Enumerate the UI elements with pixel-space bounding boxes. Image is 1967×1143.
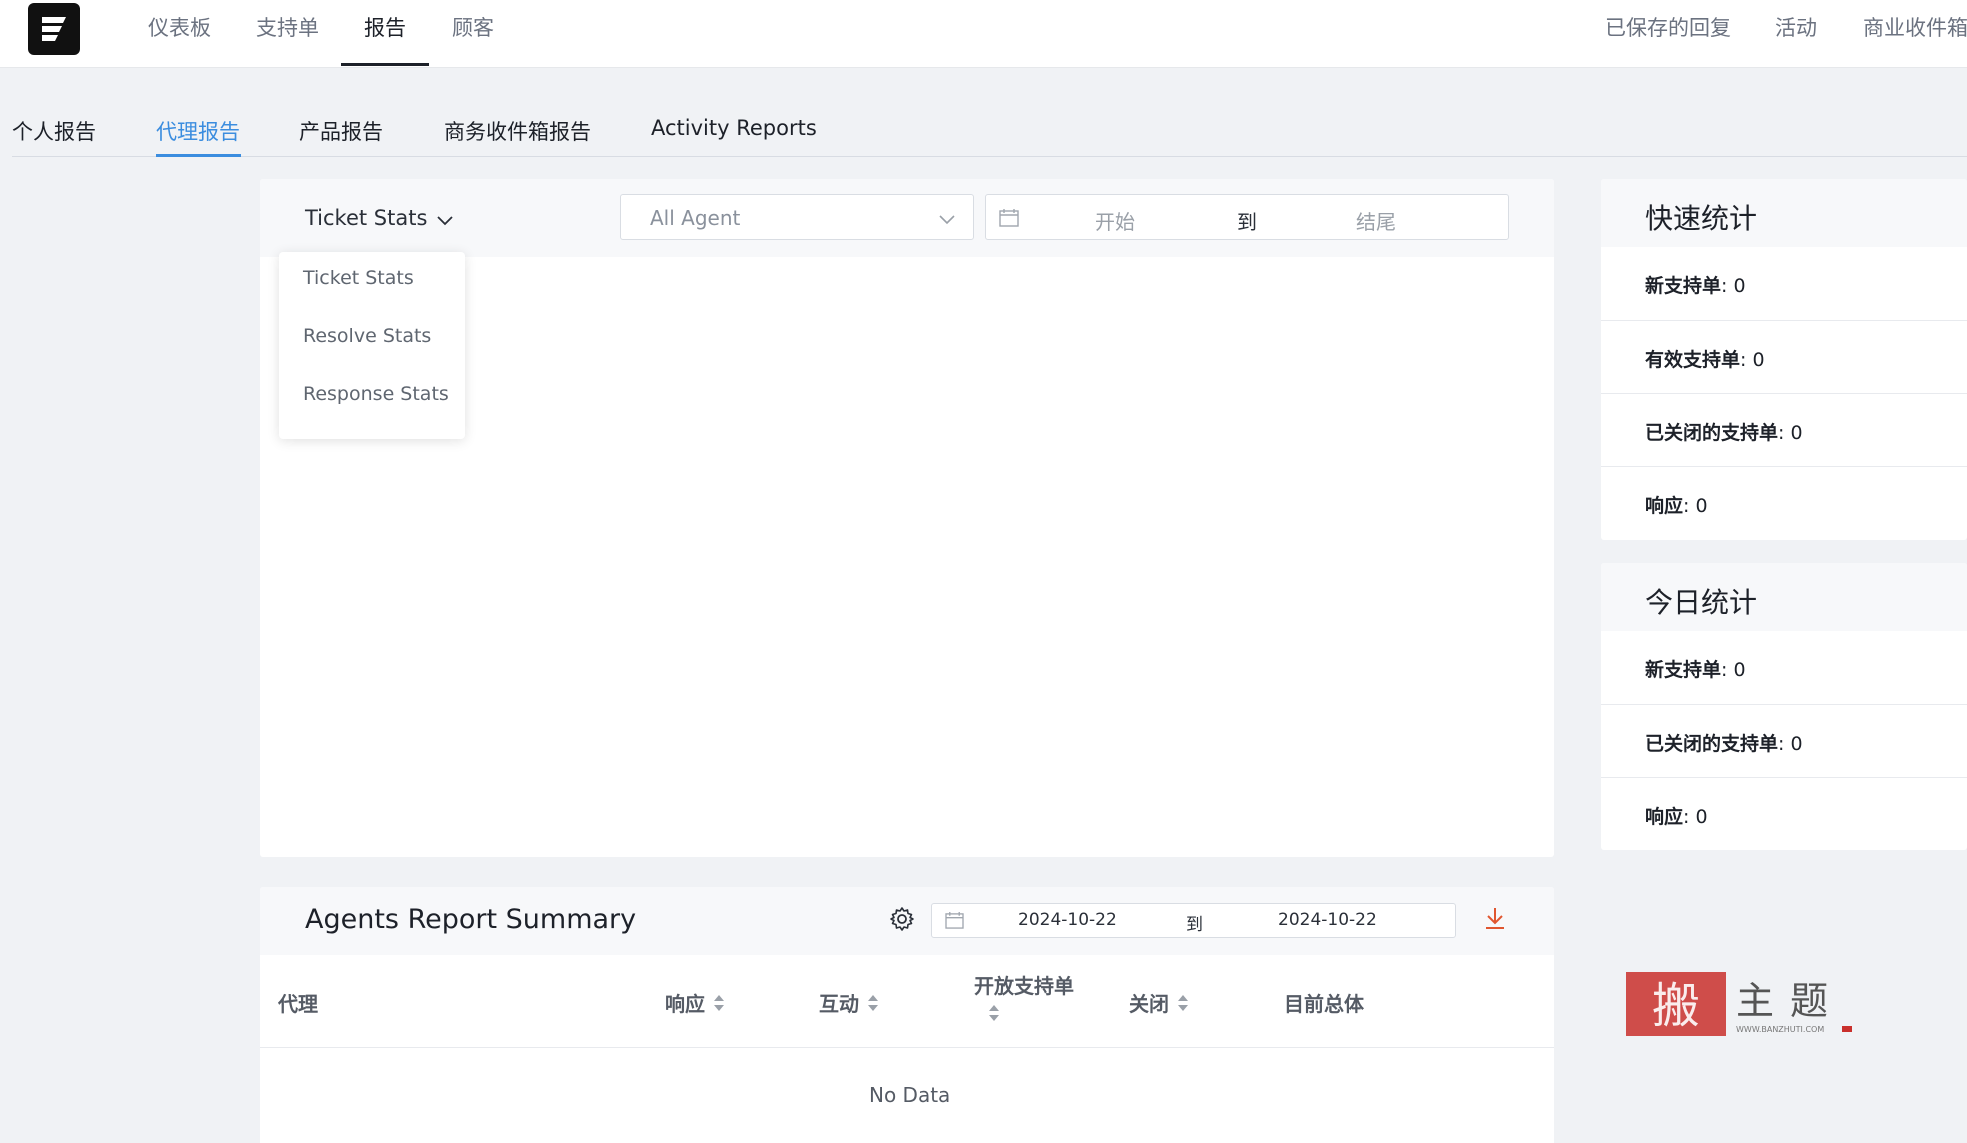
tabs-divider [12,156,1967,157]
stat-label: 响应 [1645,495,1684,517]
stat-label: 新支持单 [1645,275,1722,297]
tab-business-inbox-reports[interactable]: 商务收件箱报告 [444,116,591,146]
column-header-current-total[interactable]: 目前总体 [1284,988,1364,1017]
column-header-interactions[interactable]: 互动 [819,988,879,1018]
chevron-down-icon [437,207,454,231]
calendar-icon [999,209,1019,231]
nav-activity[interactable]: 活动 [1775,12,1817,42]
date-start-input[interactable]: 开始 [1095,206,1135,235]
stat-value: : 0 [1721,659,1746,681]
nav-dashboard[interactable]: 仪表板 [148,12,211,42]
column-header-open-tickets[interactable]: 开放支持单 [974,970,1074,1028]
calendar-icon [945,912,964,933]
gear-icon[interactable] [889,906,915,936]
stat-label: 响应 [1645,806,1684,828]
option-resolve-stats[interactable]: Resolve Stats [303,325,431,347]
date-end-input[interactable]: 结尾 [1356,206,1396,235]
tab-product-reports[interactable]: 产品报告 [299,116,383,146]
column-header-closed[interactable]: 关闭 [1129,988,1189,1018]
stat-label: 已关闭的支持单 [1645,422,1779,444]
app-logo[interactable] [28,3,80,55]
stat-value: : 0 [1683,806,1708,828]
stats-type-dropdown-menu: Ticket Stats Resolve Stats Response Stat… [279,252,465,439]
nav-tickets[interactable]: 支持单 [256,12,319,42]
stats-type-label: Ticket Stats [305,206,428,230]
today-stats-title: 今日统计 [1645,586,1758,619]
nav-reports[interactable]: 报告 [364,12,406,42]
sort-icon [867,993,879,1018]
stat-label: 已关闭的支持单 [1645,733,1779,755]
stat-row: 响应: 0 [1601,466,1967,540]
agents-summary-title: Agents Report Summary [305,904,637,935]
column-header-label: 响应 [665,992,705,1016]
stat-row: 新支持单: 0 [1601,631,1967,704]
nav-saved-replies[interactable]: 已保存的回复 [1605,12,1731,42]
stat-value: : 0 [1721,275,1746,297]
stat-row: 新支持单: 0 [1601,247,1967,320]
quick-stats-title: 快速统计 [1645,202,1758,235]
watermark-logo: 搬 主 题 WWW.BANZHUTI.COM [1624,970,1854,1038]
svg-text:主: 主 [1736,979,1774,1023]
quick-stats-card: 快速统计 新支持单: 0 有效支持单: 0 已关闭的支持单: 0 响应: 0 [1601,179,1967,540]
stat-label: 有效支持单 [1645,349,1741,371]
option-response-stats[interactable]: Response Stats [303,383,449,405]
tab-active-indicator [156,154,241,157]
stats-type-dropdown-toggle[interactable]: Ticket Stats [305,206,454,231]
date-range-picker[interactable]: 开始 到 结尾 [985,194,1509,240]
stat-value: : 0 [1740,349,1765,371]
column-header-agent[interactable]: 代理 [278,988,318,1017]
tab-agent-reports[interactable]: 代理报告 [156,116,240,146]
tab-personal-reports[interactable]: 个人报告 [12,116,96,146]
agent-select[interactable]: All Agent [620,194,974,240]
chevron-down-icon [939,210,955,229]
empty-table-message: No Data [869,1083,951,1107]
today-stats-card: 今日统计 新支持单: 0 已关闭的支持单: 0 响应: 0 [1601,563,1967,850]
stat-label: 新支持单 [1645,659,1722,681]
svg-text:WWW.BANZHUTI.COM: WWW.BANZHUTI.COM [1736,1025,1824,1034]
date-separator: 到 [1237,210,1257,234]
svg-text:搬: 搬 [1652,978,1700,1034]
logo-icon [42,17,66,41]
svg-text:题: 题 [1790,979,1828,1023]
column-header-label: 关闭 [1129,992,1169,1016]
tab-activity-reports[interactable]: Activity Reports [651,116,817,140]
nav-business-inbox[interactable]: 商业收件箱 [1863,12,1967,42]
download-icon[interactable] [1484,906,1506,934]
agent-select-placeholder: All Agent [650,206,741,230]
summary-date-range-picker[interactable]: 2024-10-22 到 2024-10-22 [931,903,1456,938]
stat-value: : 0 [1683,495,1708,517]
summary-date-to[interactable]: 2024-10-22 [1278,910,1377,930]
table-header-divider [260,1047,1554,1048]
summary-date-from[interactable]: 2024-10-22 [1018,910,1117,930]
stat-row: 响应: 0 [1601,777,1967,851]
column-header-label: 互动 [819,992,859,1016]
stat-value: : 0 [1778,733,1803,755]
sort-icon [713,993,725,1018]
summary-date-separator: 到 [1186,915,1203,935]
stat-row: 已关闭的支持单: 0 [1601,393,1967,467]
sort-icon [1177,993,1189,1018]
nav-customers[interactable]: 顾客 [452,12,494,42]
column-header-response[interactable]: 响应 [665,988,725,1018]
stat-row: 已关闭的支持单: 0 [1601,704,1967,778]
sort-icon [988,1003,1074,1028]
nav-active-indicator [341,63,429,66]
column-header-label: 开放支持单 [974,974,1074,998]
stat-value: : 0 [1778,422,1803,444]
stat-row: 有效支持单: 0 [1601,320,1967,394]
option-ticket-stats[interactable]: Ticket Stats [303,267,414,289]
